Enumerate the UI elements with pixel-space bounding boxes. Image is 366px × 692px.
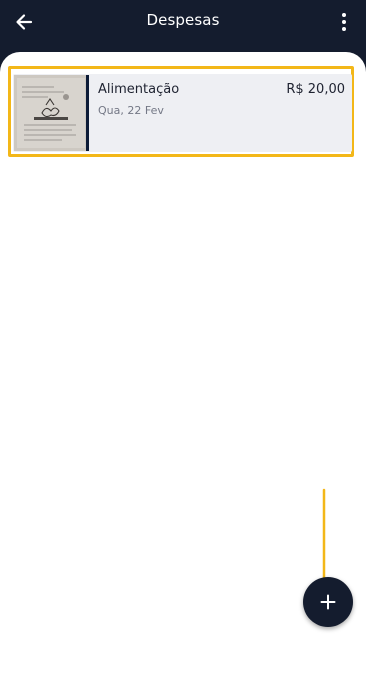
expense-date: Qua, 22 Fev bbox=[98, 104, 164, 117]
plus-icon bbox=[320, 594, 336, 610]
expense-card[interactable]: Alimentação Qua, 22 Fev R$ 20,00 bbox=[13, 74, 352, 152]
page-title: Despesas bbox=[146, 11, 220, 29]
overflow-menu-button[interactable] bbox=[330, 8, 358, 36]
app-bar: Despesas bbox=[0, 0, 366, 52]
more-vertical-icon bbox=[342, 13, 346, 31]
thumbnail-divider bbox=[86, 75, 89, 151]
receipt-thumbnail bbox=[14, 75, 88, 151]
expense-category: Alimentação bbox=[98, 82, 180, 97]
expense-amount: R$ 20,00 bbox=[286, 82, 345, 97]
add-expense-button[interactable] bbox=[303, 577, 353, 627]
